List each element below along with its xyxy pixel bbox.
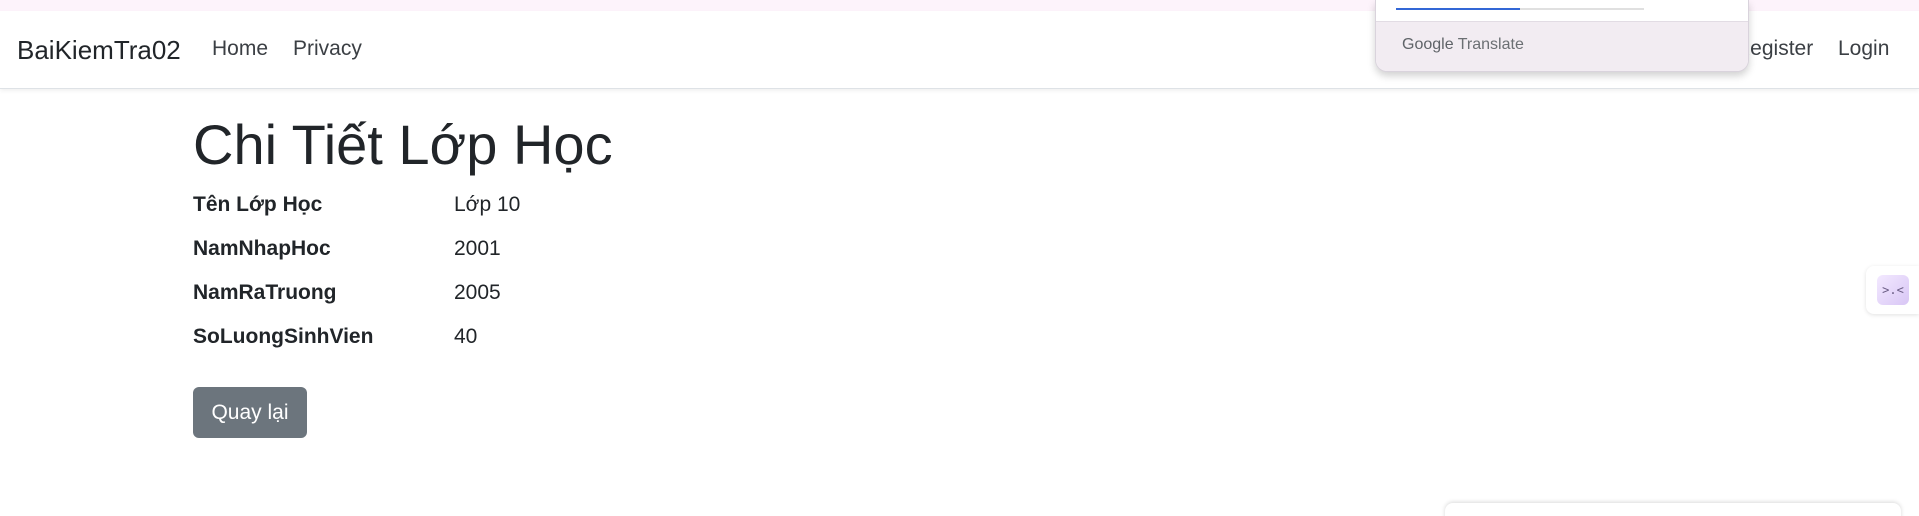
detail-value-so-luong-sinh-vien: 40 [454, 325, 478, 348]
translate-wordmark: Translate [1457, 36, 1524, 53]
detail-value-nam-nhap-hoc: 2001 [454, 237, 501, 260]
detail-term-nam-ra-truong: NamRaTruong [193, 281, 337, 304]
detail-value-ten-lop-hoc: Lớp 10 [454, 193, 521, 216]
google-translate-popup[interactable]: Google Translate [1375, 0, 1749, 72]
nav-link-login[interactable]: Login [1838, 37, 1889, 61]
page-title: Chi Tiết Lớp Học [193, 113, 613, 176]
detail-term-ten-lop-hoc: Tên Lớp Học [193, 193, 323, 216]
bottom-popup-panel [1445, 503, 1901, 516]
detail-value-nam-ra-truong: 2005 [454, 281, 501, 304]
navbar-brand[interactable]: BaiKiemTra02 [17, 35, 181, 66]
detail-term-nam-nhap-hoc: NamNhapHoc [193, 237, 331, 260]
nav-link-home[interactable]: Home [212, 37, 268, 61]
translate-popup-footer: Google Translate [1376, 21, 1748, 71]
google-wordmark: Google [1402, 36, 1454, 53]
translate-progress-bar [1396, 8, 1644, 10]
translate-progress-fill [1396, 8, 1520, 10]
side-extension-widget[interactable]: >.< [1866, 266, 1919, 314]
google-translate-logo: Google Translate [1402, 36, 1524, 54]
collapse-arrows-icon[interactable]: >.< [1877, 275, 1909, 305]
detail-term-so-luong-sinh-vien: SoLuongSinhVien [193, 325, 374, 348]
nav-link-privacy[interactable]: Privacy [293, 37, 362, 61]
back-button[interactable]: Quay lại [193, 387, 307, 438]
